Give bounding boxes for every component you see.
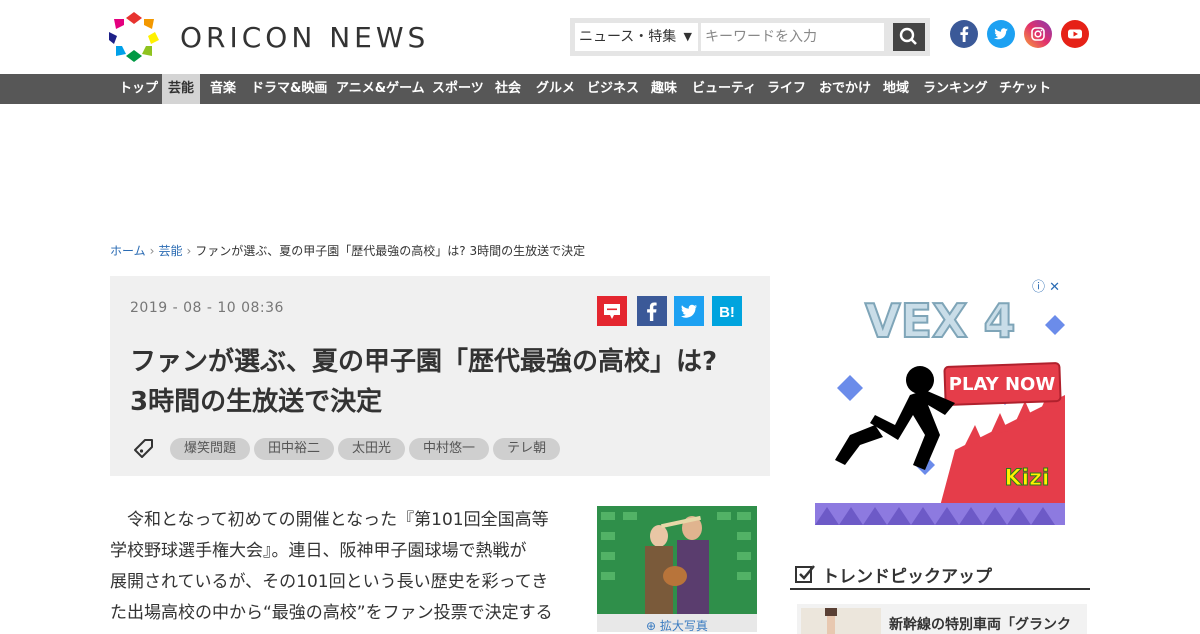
nav-item-outing[interactable]: おでかけ: [813, 74, 877, 104]
breadcrumb: ホーム › 芸能 › ファンが選ぶ、夏の甲子園「歴代最強の高校」は? 3時間の生放送で決…: [110, 242, 585, 259]
trend-item-title: 新幹線の特別車両「グランク: [889, 617, 1071, 633]
youtube-icon[interactable]: [1061, 20, 1089, 48]
facebook-share-button[interactable]: [637, 296, 667, 326]
article-date: 2019 - 08 - 10 08:36: [130, 300, 284, 316]
article-body-line: た出場高校の中から“最強の高校”をファン投票で決定する: [110, 603, 553, 623]
global-nav: トップ 芸能 音楽 ドラマ&映画 アニメ&ゲーム スポーツ 社会 グルメ ビジネ…: [0, 74, 1200, 104]
article-header: 2019 - 08 - 10 08:36 B! ファンが選ぶ、夏の甲子園「歴代最…: [110, 276, 770, 476]
nav-item-beauty[interactable]: ビューティ: [686, 74, 762, 104]
tag-item[interactable]: 田中裕二: [254, 438, 335, 460]
search-input[interactable]: [701, 23, 884, 51]
tag-pencil-icon: [134, 439, 153, 458]
breadcrumb-current: ファンが選ぶ、夏の甲子園「歴代最強の高校」は? 3時間の生放送で決定: [195, 244, 586, 258]
nav-item-music[interactable]: 音楽: [204, 74, 242, 104]
article-body-line: 学校野球選手権大会』。連日、阪神甲子園球場で熱戦が: [110, 541, 527, 561]
ad-banner[interactable]: VEX 4 PLAY NOW Kizi: [815, 275, 1065, 525]
breadcrumb-category[interactable]: 芸能: [158, 244, 182, 258]
svg-text:B!: B!: [719, 304, 735, 321]
article-title: ファンが選ぶ、夏の甲子園「歴代最強の高校」は? 3時間の生放送で決定: [130, 342, 760, 422]
ad-choices-close-icon[interactable]: ⓘ ✕: [1032, 276, 1060, 295]
article-body-line: 展開されているが、その101回という長い歴史を彩ってき: [110, 572, 549, 592]
nav-item-drama-movie[interactable]: ドラマ&映画: [245, 74, 333, 104]
photo-enlarge-link[interactable]: ⊕ 拡大写真: [597, 614, 757, 632]
nav-item-sports[interactable]: スポーツ: [426, 74, 490, 104]
nav-item-ticket[interactable]: チケット: [993, 74, 1057, 104]
search-category-select[interactable]: ニュース・特集 ▼: [575, 23, 698, 51]
logo-text[interactable]: ORICON NEWS: [180, 21, 429, 54]
article-photo[interactable]: [597, 506, 757, 614]
nav-item-top[interactable]: トップ: [113, 74, 164, 104]
twitter-share-button[interactable]: [674, 296, 704, 326]
comment-share-button[interactable]: [597, 296, 627, 326]
chevron-right-icon: ›: [186, 244, 192, 258]
article-body: 令和となって初めての開催となった『第101回全国高等 学校野球選手権大会』。連日…: [110, 505, 576, 629]
twitter-icon[interactable]: [987, 20, 1015, 48]
zoom-icon: ⊕: [646, 619, 660, 632]
tag-item[interactable]: 爆笑問題: [170, 438, 251, 460]
chevron-right-icon: ›: [149, 244, 155, 258]
ad-cta-label: PLAY NOW: [949, 374, 1056, 395]
site-header: ORICON NEWS ニュース・特集 ▼: [0, 0, 1200, 74]
breadcrumb-home[interactable]: ホーム: [110, 244, 146, 258]
search-category-label: ニュース・特集: [579, 29, 677, 45]
search-icon: [899, 27, 917, 45]
nav-item-hobby[interactable]: 趣味: [645, 74, 683, 104]
nav-item-region[interactable]: 地域: [877, 74, 915, 104]
hatena-bookmark-share-button[interactable]: B!: [712, 296, 742, 326]
nav-item-business[interactable]: ビジネス: [581, 74, 645, 104]
instagram-icon[interactable]: [1024, 20, 1052, 48]
search-button[interactable]: [893, 23, 925, 51]
nav-item-entertainment[interactable]: 芸能: [162, 74, 201, 104]
nav-item-anime-game[interactable]: アニメ&ゲーム: [330, 74, 431, 104]
trend-section-header: トレンドピックアップ: [790, 562, 1090, 590]
article-title-line-1: ファンが選ぶ、夏の甲子園「歴代最強の高校」は?: [130, 347, 718, 377]
tag-list: 爆笑問題 田中裕二 太田光 中村悠一 テレ朝: [170, 438, 561, 460]
checkbox-icon: [795, 565, 815, 583]
article-title-line-2: 3時間の生放送で決定: [130, 387, 383, 417]
trend-item-thumbnail: [801, 608, 881, 634]
search-box: ニュース・特集 ▼: [570, 18, 930, 56]
tag-item[interactable]: テレ朝: [493, 438, 561, 460]
facebook-icon[interactable]: [950, 20, 978, 48]
ad-game-title: VEX 4: [865, 294, 1016, 348]
chevron-down-icon: ▼: [683, 30, 692, 43]
ad-brand-label: Kizi: [1005, 466, 1050, 491]
oricon-logo-icon[interactable]: [108, 10, 160, 64]
tag-item[interactable]: 太田光: [338, 438, 406, 460]
tag-item[interactable]: 中村悠一: [409, 438, 490, 460]
article-body-line: 令和となって初めての開催となった『第101回全国高等: [110, 510, 549, 530]
nav-item-ranking[interactable]: ランキング: [917, 74, 994, 104]
nav-item-society[interactable]: 社会: [489, 74, 527, 104]
photo-caption-label: 拡大写真: [659, 619, 708, 632]
nav-item-life[interactable]: ライフ: [761, 74, 812, 104]
nav-item-gourmet[interactable]: グルメ: [530, 74, 581, 104]
trend-section-title: トレンドピックアップ: [822, 567, 992, 587]
